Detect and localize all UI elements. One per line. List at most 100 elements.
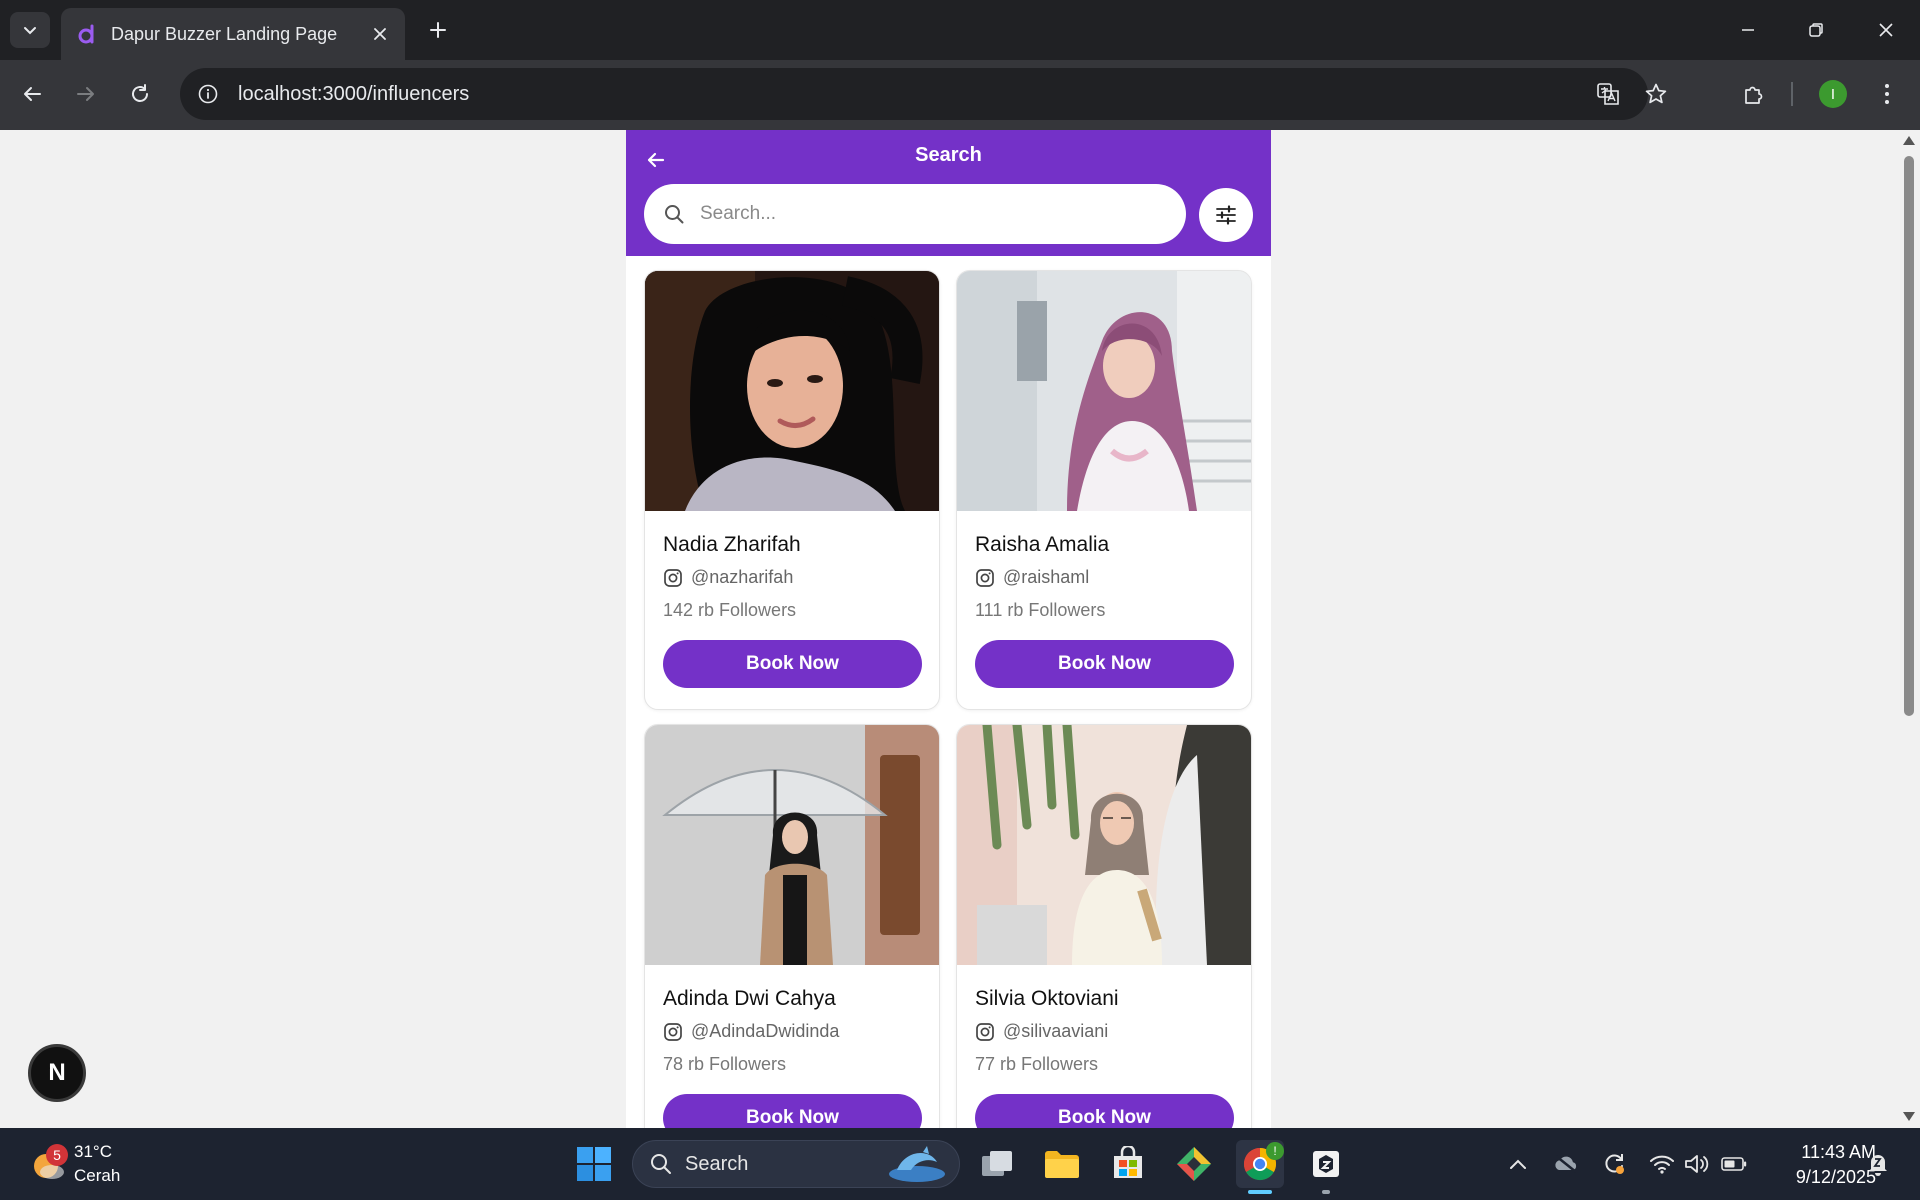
influencer-handle-row: @AdindaDwidinda — [663, 1021, 921, 1042]
tab-bar: Dapur Buzzer Landing Page — [0, 0, 1920, 60]
close-window-button[interactable] — [1858, 8, 1914, 52]
store-icon — [1114, 1146, 1142, 1178]
search-input[interactable] — [700, 203, 1160, 225]
minimize-button[interactable] — [1720, 8, 1776, 52]
browser-tab[interactable]: Dapur Buzzer Landing Page — [61, 8, 405, 60]
book-now-button[interactable]: Book Now — [663, 1094, 922, 1128]
back-button[interactable] — [12, 74, 52, 114]
terminal-app[interactable] — [1302, 1140, 1350, 1188]
influencer-name: Adinda Dwi Cahya — [663, 987, 836, 1010]
influencer-handle-row: @nazharifah — [663, 567, 921, 588]
tab-search-button[interactable] — [10, 12, 50, 48]
tab-title: Dapur Buzzer Landing Page — [111, 23, 338, 44]
translate-icon[interactable] — [1584, 68, 1632, 120]
filter-button[interactable] — [1199, 188, 1253, 242]
reload-button[interactable] — [120, 74, 160, 114]
scroll-down-arrow-icon[interactable] — [1903, 1112, 1915, 1121]
nextjs-devtools-button[interactable]: N — [28, 1044, 86, 1102]
microsoft-store-app[interactable] — [1104, 1140, 1152, 1188]
site-info-icon[interactable] — [182, 68, 234, 120]
notification-bell-icon[interactable] — [1862, 1146, 1894, 1182]
url-text[interactable]: localhost:3000/influencers — [238, 83, 1648, 106]
toolbar-divider — [1791, 82, 1793, 106]
kebab-menu-icon — [1885, 84, 1889, 104]
onedrive-offline-icon[interactable] — [1550, 1146, 1582, 1182]
follower-count: 111 rb Followers — [975, 600, 1106, 620]
taskbar-search-label: Search — [685, 1152, 749, 1175]
sync-update-icon[interactable] — [1598, 1146, 1630, 1182]
portrait-image — [957, 725, 1251, 965]
page-title: Search — [915, 144, 982, 166]
instagram-handle: @AdindaDwidinda — [691, 1021, 840, 1041]
tray-overflow-chevron-icon[interactable] — [1502, 1146, 1534, 1182]
address-bar[interactable]: localhost:3000/influencers — [180, 68, 1667, 120]
chevron-down-icon — [24, 27, 36, 35]
instagram-handle: @nazharifah — [691, 567, 794, 587]
chrome-active-indicator — [1248, 1190, 1272, 1194]
avatar: I — [1819, 80, 1847, 108]
system-clock[interactable]: 11:43 AM 9/12/2025 — [1760, 1140, 1876, 1190]
weather-widget[interactable]: 5 31°C Cerah — [30, 1140, 120, 1188]
bookmark-star-icon[interactable] — [1632, 68, 1680, 120]
plus-icon — [430, 22, 446, 38]
minimize-icon — [1742, 29, 1754, 31]
taskbar-search[interactable]: Search — [632, 1140, 960, 1188]
windows-taskbar: 5 31°C Cerah Search ! 11:43 AM 9/12/2025 — [0, 1128, 1920, 1200]
influencer-handle-row: @raishaml — [975, 567, 1233, 588]
clock-date: 9/12/2025 — [1795, 1167, 1876, 1187]
scrollbar-thumb[interactable] — [1904, 156, 1914, 716]
battery-icon[interactable] — [1718, 1146, 1750, 1182]
influencer-name: Silvia Oktoviani — [975, 987, 1119, 1010]
reload-icon — [132, 84, 148, 102]
browser-menu-button[interactable] — [1867, 74, 1907, 114]
influencer-photo — [957, 725, 1251, 965]
start-button[interactable] — [570, 1140, 618, 1188]
app-logo-icon — [75, 22, 99, 46]
dolphin-highlight-icon — [887, 1144, 947, 1184]
task-view-button[interactable] — [974, 1140, 1022, 1188]
search-bar[interactable] — [644, 184, 1186, 244]
file-explorer-app[interactable] — [1038, 1140, 1086, 1188]
close-icon — [1879, 23, 1893, 37]
book-now-button[interactable]: Book Now — [663, 640, 922, 688]
influencer-photo — [645, 725, 939, 965]
arrow-left-icon — [24, 87, 41, 101]
instagram-handle: @raishaml — [1003, 567, 1090, 587]
page-viewport: Search Search... Nadia Zharifah @nazhari… — [0, 130, 1898, 1128]
weather-sun-icon: 5 — [30, 1144, 68, 1182]
influencer-card[interactable]: Adinda Dwi Cahya @AdindaDwidinda 78 rb F… — [644, 724, 940, 1128]
extensions-button[interactable] — [1734, 74, 1774, 114]
influencer-card[interactable]: Nadia Zharifah @nazharifah 142 rb Follow… — [644, 270, 940, 710]
task-view-icon — [982, 1151, 1012, 1176]
tab-close-button[interactable] — [365, 19, 395, 49]
forward-button[interactable] — [66, 74, 106, 114]
influencer-photo — [645, 271, 939, 511]
influencer-card[interactable]: Raisha Amalia @raishaml 111 rb Followers… — [956, 270, 1252, 710]
search-icon — [649, 1152, 673, 1176]
follower-count: 142 rb Followers — [663, 600, 797, 620]
clock-time: 11:43 AM — [1801, 1142, 1876, 1162]
weather-condition: Cerah — [74, 1166, 121, 1185]
new-tab-button[interactable] — [422, 14, 454, 46]
puzzle-icon — [1745, 86, 1763, 104]
instagram-icon — [663, 1022, 683, 1042]
profile-button[interactable]: I — [1813, 74, 1853, 114]
close-icon — [374, 28, 386, 40]
windows-logo-icon — [577, 1147, 611, 1181]
browser-toolbar: localhost:3000/influencers I — [0, 60, 1920, 130]
terminal-running-indicator — [1322, 1190, 1330, 1194]
book-now-button[interactable]: Book Now — [975, 1094, 1234, 1128]
arrow-right-icon — [77, 87, 94, 101]
book-now-button[interactable]: Book Now — [975, 640, 1234, 688]
page-scrollbar[interactable] — [1898, 130, 1920, 1128]
restore-icon — [1809, 23, 1823, 37]
snipping-tool-app[interactable] — [1170, 1140, 1218, 1188]
restore-button[interactable] — [1788, 8, 1844, 52]
chrome-app[interactable]: ! — [1236, 1140, 1284, 1188]
app-header: Search — [626, 130, 1271, 256]
influencer-card[interactable]: Silvia Oktoviani @silivaaviani 77 rb Fol… — [956, 724, 1252, 1128]
volume-icon[interactable] — [1680, 1146, 1712, 1182]
follower-count: 78 rb Followers — [663, 1054, 787, 1074]
scroll-up-arrow-icon[interactable] — [1903, 136, 1915, 145]
wifi-icon[interactable] — [1646, 1146, 1678, 1182]
